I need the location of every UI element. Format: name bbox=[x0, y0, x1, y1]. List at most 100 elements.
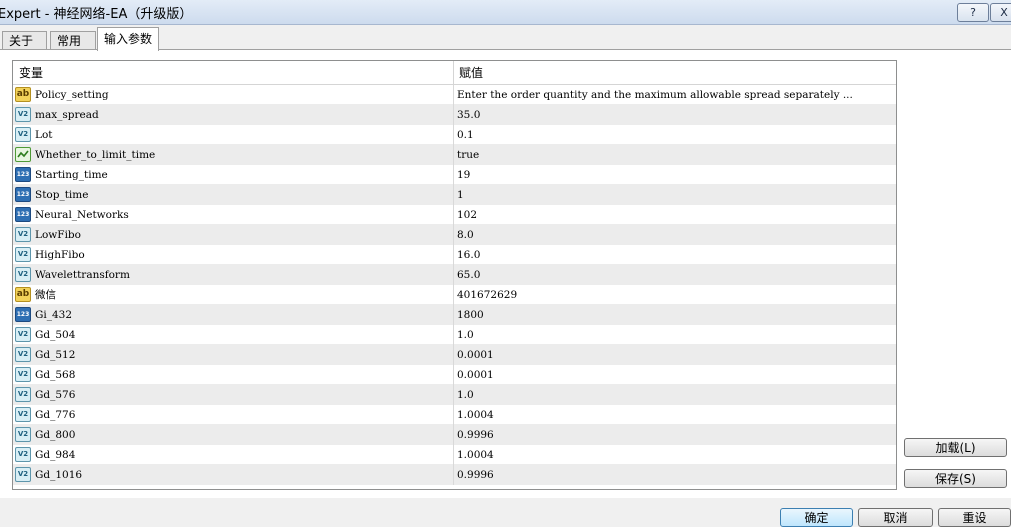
parameter-value[interactable]: 1800 bbox=[457, 305, 893, 324]
column-divider bbox=[453, 345, 454, 365]
parameter-name: LowFibo bbox=[35, 229, 81, 241]
parameter-name: HighFibo bbox=[35, 249, 85, 261]
string-type-icon: ab bbox=[15, 87, 31, 102]
parameter-name: Lot bbox=[35, 129, 53, 141]
parameter-value[interactable]: 0.9996 bbox=[457, 425, 893, 444]
table-row[interactable]: V2 HighFibo 16.0 bbox=[13, 245, 896, 265]
parameter-value[interactable]: 0.0001 bbox=[457, 365, 893, 384]
cancel-button[interactable]: 取消 bbox=[858, 508, 933, 527]
double-type-icon: V2 bbox=[15, 327, 31, 342]
table-row[interactable]: ab Policy_setting Enter the order quantity… bbox=[13, 85, 896, 105]
table-row[interactable]: V2 Gd_776 1.0004 bbox=[13, 405, 896, 425]
save-button[interactable]: 保存(S) bbox=[904, 469, 1007, 488]
column-divider bbox=[453, 205, 454, 225]
parameter-name: Gd_776 bbox=[35, 409, 76, 421]
table-row[interactable]: 123 Starting_time 19 bbox=[13, 165, 896, 185]
column-divider bbox=[453, 305, 454, 325]
double-type-icon: V2 bbox=[15, 387, 31, 402]
int-type-icon: 123 bbox=[15, 307, 31, 322]
table-row[interactable]: V2 Gd_984 1.0004 bbox=[13, 445, 896, 465]
double-type-icon: V2 bbox=[15, 367, 31, 382]
parameter-value[interactable]: 8.0 bbox=[457, 225, 893, 244]
double-type-icon: V2 bbox=[15, 447, 31, 462]
double-type-icon: V2 bbox=[15, 407, 31, 422]
parameter-name: 微信 bbox=[35, 289, 56, 301]
parameter-name: max_spread bbox=[35, 109, 99, 121]
table-row[interactable]: V2 Gd_504 1.0 bbox=[13, 325, 896, 345]
parameter-name: Wavelettransform bbox=[35, 269, 130, 281]
table-row[interactable]: V2 LowFibo 8.0 bbox=[13, 225, 896, 245]
table-row[interactable]: Whether_to_limit_time true bbox=[13, 145, 896, 165]
tab-about[interactable]: 关于 bbox=[2, 31, 47, 50]
parameter-name: Gi_432 bbox=[35, 309, 73, 321]
table-row[interactable]: V2 Gd_800 0.9996 bbox=[13, 425, 896, 445]
parameter-value[interactable]: 35.0 bbox=[457, 105, 893, 124]
tab-inputs[interactable]: 输入参数 bbox=[97, 27, 159, 51]
table-row[interactable]: V2 Gd_576 1.0 bbox=[13, 385, 896, 405]
parameter-value[interactable]: 1 bbox=[457, 185, 893, 204]
header-variable[interactable]: 变量 bbox=[19, 61, 43, 84]
parameter-value[interactable]: 1.0004 bbox=[457, 405, 893, 424]
double-type-icon: V2 bbox=[15, 107, 31, 122]
parameter-value[interactable]: 65.0 bbox=[457, 265, 893, 284]
close-button[interactable]: X bbox=[990, 3, 1011, 22]
column-divider bbox=[453, 425, 454, 445]
double-type-icon: V2 bbox=[15, 467, 31, 482]
table-row[interactable]: V2 Gd_512 0.0001 bbox=[13, 345, 896, 365]
bool-type-icon bbox=[15, 147, 31, 162]
column-divider bbox=[453, 265, 454, 285]
parameter-name: Gd_576 bbox=[35, 389, 76, 401]
tab-common[interactable]: 常用 bbox=[50, 31, 96, 50]
parameter-value[interactable]: 401672629 bbox=[457, 285, 893, 304]
load-button[interactable]: 加载(L) bbox=[904, 438, 1007, 457]
parameter-value[interactable]: true bbox=[457, 145, 893, 164]
column-divider bbox=[453, 225, 454, 245]
table-row[interactable]: V2 Wavelettransform 65.0 bbox=[13, 265, 896, 285]
table-row[interactable]: 123 Gi_432 1800 bbox=[13, 305, 896, 325]
parameter-value[interactable]: 1.0 bbox=[457, 325, 893, 344]
table-row[interactable]: V2 Gd_1016 0.9996 bbox=[13, 465, 896, 485]
double-type-icon: V2 bbox=[15, 127, 31, 142]
ok-button[interactable]: 确定 bbox=[780, 508, 853, 527]
table-row[interactable]: ab 微信 401672629 bbox=[13, 285, 896, 305]
header-divider[interactable] bbox=[453, 61, 454, 84]
column-divider bbox=[453, 245, 454, 265]
parameter-name: Gd_1016 bbox=[35, 469, 83, 481]
column-divider bbox=[453, 185, 454, 205]
column-divider bbox=[453, 365, 454, 385]
double-type-icon: V2 bbox=[15, 267, 31, 282]
parameter-value[interactable]: 16.0 bbox=[457, 245, 893, 264]
parameter-value[interactable]: 0.1 bbox=[457, 125, 893, 144]
parameter-name: Gd_512 bbox=[35, 349, 76, 361]
parameter-value[interactable]: 1.0004 bbox=[457, 445, 893, 464]
column-divider bbox=[453, 125, 454, 145]
help-button[interactable]: ? bbox=[957, 3, 989, 22]
parameter-value[interactable]: 1.0 bbox=[457, 385, 893, 404]
table-row[interactable]: V2 Lot 0.1 bbox=[13, 125, 896, 145]
parameter-name: Neural_Networks bbox=[35, 209, 129, 221]
parameter-name: Gd_984 bbox=[35, 449, 76, 461]
title-bar: Expert - 神经网络-EA（升级版） ? X bbox=[0, 0, 1011, 25]
table-row[interactable]: V2 max_spread 35.0 bbox=[13, 105, 896, 125]
reset-button[interactable]: 重设 bbox=[938, 508, 1011, 527]
table-row[interactable]: 123 Neural_Networks 102 bbox=[13, 205, 896, 225]
column-divider bbox=[453, 105, 454, 125]
parameter-name: Gd_568 bbox=[35, 369, 76, 381]
header-value[interactable]: 赋值 bbox=[459, 61, 483, 84]
grid-rows: ab Policy_setting Enter the order quantity… bbox=[13, 85, 896, 485]
double-type-icon: V2 bbox=[15, 227, 31, 242]
window-title: Expert - 神经网络-EA（升级版） bbox=[0, 7, 193, 22]
parameter-value[interactable]: 19 bbox=[457, 165, 893, 184]
int-type-icon: 123 bbox=[15, 207, 31, 222]
parameter-value[interactable]: 0.9996 bbox=[457, 465, 893, 484]
parameter-value[interactable]: 0.0001 bbox=[457, 345, 893, 364]
parameter-value[interactable]: 102 bbox=[457, 205, 893, 224]
table-row[interactable]: 123 Stop_time 1 bbox=[13, 185, 896, 205]
parameter-name: Policy_setting bbox=[35, 89, 109, 101]
column-divider bbox=[453, 465, 454, 485]
table-row[interactable]: V2 Gd_568 0.0001 bbox=[13, 365, 896, 385]
parameter-value[interactable]: Enter the order quantity and the maximum… bbox=[457, 85, 893, 104]
parameter-name: Gd_504 bbox=[35, 329, 76, 341]
parameter-name: Whether_to_limit_time bbox=[35, 149, 156, 161]
parameters-grid[interactable]: 变量 赋值 ab Policy_setting Enter the order qu… bbox=[12, 60, 897, 490]
